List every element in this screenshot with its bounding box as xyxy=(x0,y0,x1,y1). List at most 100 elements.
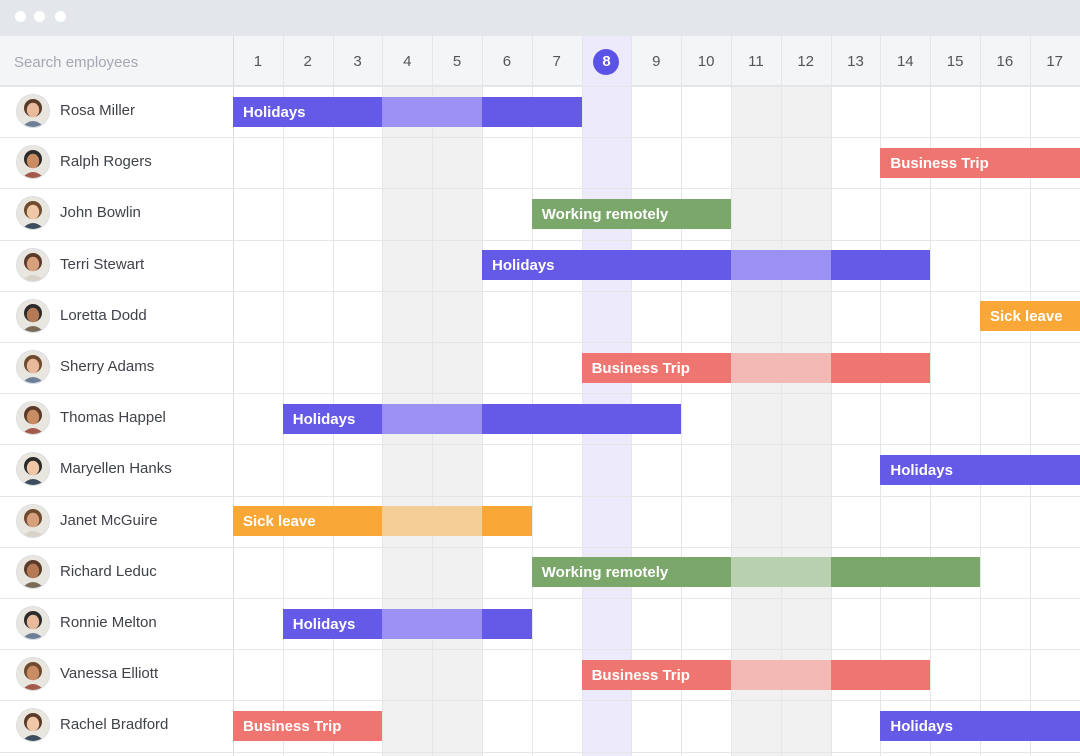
employee-name[interactable]: Ralph Rogers xyxy=(60,153,152,170)
employee-name[interactable]: Thomas Happel xyxy=(60,409,166,426)
employee-name[interactable]: Rosa Miller xyxy=(60,102,135,119)
event-bar-holidays[interactable]: Holidays xyxy=(282,403,682,434)
day-number: 13 xyxy=(847,53,864,70)
employee-name[interactable]: Richard Leduc xyxy=(60,563,157,580)
window-titlebar xyxy=(0,0,1080,36)
employee-name[interactable]: Sherry Adams xyxy=(60,358,154,375)
day-header-8[interactable]: 8 xyxy=(582,49,632,75)
event-day-segment xyxy=(382,608,433,639)
event-label: Sick leave xyxy=(990,308,1063,326)
event-bar-sick[interactable]: Sick leave xyxy=(980,301,1080,332)
window-maximize-dot[interactable] xyxy=(55,11,66,22)
day-gridline xyxy=(531,36,533,756)
employee-row[interactable]: Loretta Dodd xyxy=(0,291,233,342)
employee-name[interactable]: Vanessa Elliott xyxy=(60,665,158,682)
search-employees-input[interactable] xyxy=(14,52,219,72)
day-header-2[interactable]: 2 xyxy=(283,52,333,72)
event-bar-remote[interactable]: Working remotely xyxy=(531,198,731,229)
event-day-segment xyxy=(432,608,482,639)
event-bar-holidays[interactable]: Holidays xyxy=(880,710,1080,741)
event-bar-holidays[interactable]: Holidays xyxy=(482,250,931,281)
event-day-segment xyxy=(880,557,931,588)
window-minimize-dot[interactable] xyxy=(34,11,45,22)
employee-row[interactable]: Thomas Happel xyxy=(0,393,233,444)
employee-row[interactable]: Sherry Adams xyxy=(0,342,233,393)
employee-name[interactable]: Terri Stewart xyxy=(60,256,144,273)
window-close-dot[interactable] xyxy=(15,11,26,22)
employee-row[interactable]: Rosa Miller xyxy=(0,86,233,137)
employee-row[interactable]: Richard Leduc xyxy=(0,547,233,598)
event-day-segment xyxy=(780,250,831,281)
row-gridline xyxy=(0,751,1080,753)
employee-name[interactable]: Maryellen Hanks xyxy=(60,460,172,477)
event-label: Business Trip xyxy=(591,359,690,377)
employee-name[interactable]: Ronnie Melton xyxy=(60,614,157,631)
event-bar-business[interactable]: Business Trip xyxy=(581,352,931,383)
event-label: Holidays xyxy=(292,410,356,428)
day-header-5[interactable]: 5 xyxy=(432,52,482,72)
day-header-16[interactable]: 16 xyxy=(980,52,1030,72)
day-gridline xyxy=(482,36,483,756)
day-number: 14 xyxy=(896,53,914,70)
employee-row[interactable]: Janet McGuire xyxy=(0,496,233,547)
event-day-segment xyxy=(481,403,532,434)
day-number: 3 xyxy=(353,53,362,70)
day-header-15[interactable]: 15 xyxy=(930,52,980,72)
avatar xyxy=(17,351,49,383)
event-day-segment xyxy=(930,557,980,588)
day-header-17[interactable]: 17 xyxy=(1030,52,1080,72)
event-bar-holidays[interactable]: Holidays xyxy=(880,454,1080,485)
event-bar-sick[interactable]: Sick leave xyxy=(233,506,532,537)
event-bar-business[interactable]: Business Trip xyxy=(233,710,383,741)
event-bar-remote[interactable]: Working remotely xyxy=(531,557,980,588)
event-day-segment xyxy=(681,557,731,588)
event-bar-business[interactable]: Business Trip xyxy=(581,659,931,690)
employee-name[interactable]: Loretta Dodd xyxy=(60,307,147,324)
event-day-segment xyxy=(979,710,1030,741)
day-number: 10 xyxy=(697,53,715,70)
event-bar-business[interactable]: Business Trip xyxy=(880,147,1080,178)
day-header-9[interactable]: 9 xyxy=(631,52,681,72)
day-header-4[interactable]: 4 xyxy=(382,52,432,72)
employee-name[interactable]: Rachel Bradford xyxy=(60,716,168,733)
employee-row[interactable]: Terri Stewart xyxy=(0,240,233,291)
day-header-12[interactable]: 12 xyxy=(781,52,831,72)
employee-name[interactable]: John Bowlin xyxy=(60,204,141,221)
day-header-1[interactable]: 1 xyxy=(233,52,283,72)
day-header-13[interactable]: 13 xyxy=(831,52,881,72)
event-label: Sick leave xyxy=(243,513,316,531)
event-day-segment xyxy=(880,659,931,690)
employee-name[interactable]: Janet McGuire xyxy=(60,512,158,529)
employee-row[interactable]: Maryellen Hanks xyxy=(0,444,233,495)
event-day-segment xyxy=(780,659,831,690)
employee-row[interactable]: Ronnie Melton xyxy=(0,598,233,649)
employee-row[interactable]: Rachel Bradford xyxy=(0,700,233,751)
day-number: 1 xyxy=(253,53,263,70)
day-header-3[interactable]: 3 xyxy=(333,52,383,72)
day-gridline xyxy=(382,36,384,756)
day-header-11[interactable]: 11 xyxy=(731,52,781,72)
avatar xyxy=(17,146,49,179)
event-day-segment xyxy=(332,96,383,127)
event-bar-holidays[interactable]: Holidays xyxy=(282,608,532,639)
day-header-10[interactable]: 10 xyxy=(681,52,731,72)
event-day-segment xyxy=(730,352,781,383)
employee-row[interactable]: Ralph Rogers xyxy=(0,137,233,188)
event-day-segment xyxy=(481,506,532,537)
day-header-14[interactable]: 14 xyxy=(880,52,930,72)
day-gridline xyxy=(830,36,832,756)
day-number: 17 xyxy=(1046,53,1064,70)
day-header-6[interactable]: 6 xyxy=(482,52,532,72)
day-number: 15 xyxy=(946,53,964,70)
avatar xyxy=(17,453,49,486)
event-day-segment xyxy=(830,352,881,383)
employee-row[interactable]: John Bowlin xyxy=(0,188,233,239)
event-day-segment xyxy=(730,557,781,588)
event-day-segment xyxy=(730,659,781,690)
employee-row[interactable]: Vanessa Elliott xyxy=(0,649,233,700)
event-day-segment xyxy=(481,96,532,127)
event-bar-holidays[interactable]: Holidays xyxy=(233,96,582,127)
avatar xyxy=(17,709,49,742)
event-label: Holidays xyxy=(292,615,356,633)
day-header-7[interactable]: 7 xyxy=(532,52,582,72)
